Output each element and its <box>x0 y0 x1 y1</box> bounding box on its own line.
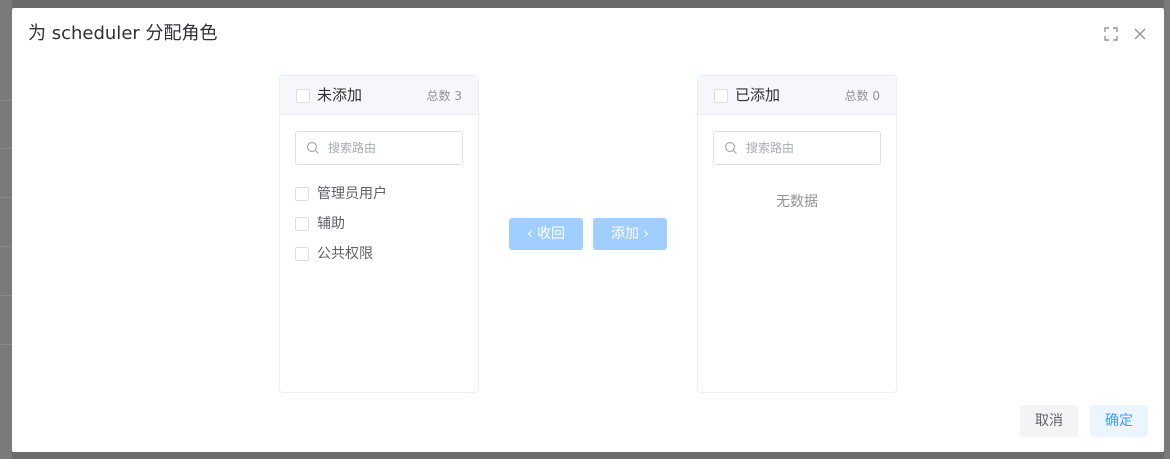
assigned-panel-title: 已添加 <box>735 86 781 104</box>
unassigned-panel-header: 未添加 总数 3 <box>280 76 478 115</box>
assign-role-dialog: 为 scheduler 分配角色 未添加 总数 3 搜索路由 管理员用户 辅助 <box>12 8 1164 452</box>
item-label: 辅助 <box>317 216 345 232</box>
search-placeholder: 搜索路由 <box>746 141 795 155</box>
item-label: 公共权限 <box>317 246 373 262</box>
list-item[interactable]: 公共权限 <box>295 244 465 264</box>
list-item[interactable]: 辅助 <box>295 214 465 234</box>
assigned-panel: 已添加 总数 0 搜索路由 无数据 <box>697 75 897 393</box>
item-label: 管理员用户 <box>317 186 387 202</box>
select-all-assigned-checkbox[interactable] <box>714 89 728 103</box>
item-checkbox[interactable] <box>295 247 309 261</box>
background-table-edge <box>0 0 12 459</box>
chevron-right-icon: › <box>643 226 650 242</box>
item-checkbox[interactable] <box>295 187 309 201</box>
confirm-button[interactable]: 确定 <box>1090 405 1148 437</box>
list-item[interactable]: 管理员用户 <box>295 184 465 204</box>
close-icon[interactable] <box>1133 27 1147 41</box>
unassigned-count: 总数 3 <box>426 89 462 103</box>
chevron-left-icon: ‹ <box>526 226 533 242</box>
item-checkbox[interactable] <box>295 217 309 231</box>
move-back-button[interactable]: ‹ 收回 <box>509 218 583 250</box>
search-icon <box>306 141 319 154</box>
empty-text: 无数据 <box>776 194 818 210</box>
move-back-label: 收回 <box>537 226 566 242</box>
unassigned-panel-title: 未添加 <box>317 86 363 104</box>
assigned-search-input[interactable]: 搜索路由 <box>713 131 881 165</box>
background-edge-right <box>1164 0 1170 459</box>
add-button[interactable]: 添加 › <box>593 218 667 250</box>
select-all-unassigned-checkbox[interactable] <box>296 89 310 103</box>
fullscreen-icon[interactable] <box>1104 27 1118 41</box>
search-icon <box>724 141 737 154</box>
search-placeholder: 搜索路由 <box>328 141 377 155</box>
add-label: 添加 <box>610 226 639 242</box>
unassigned-panel: 未添加 总数 3 搜索路由 管理员用户 辅助 公共权限 <box>279 75 479 393</box>
dialog-title: 为 scheduler 分配角色 <box>28 23 218 44</box>
assigned-count: 总数 0 <box>844 89 880 103</box>
unassigned-search-input[interactable]: 搜索路由 <box>295 131 463 165</box>
cancel-button[interactable]: 取消 <box>1020 405 1078 437</box>
assigned-panel-header: 已添加 总数 0 <box>698 76 896 115</box>
